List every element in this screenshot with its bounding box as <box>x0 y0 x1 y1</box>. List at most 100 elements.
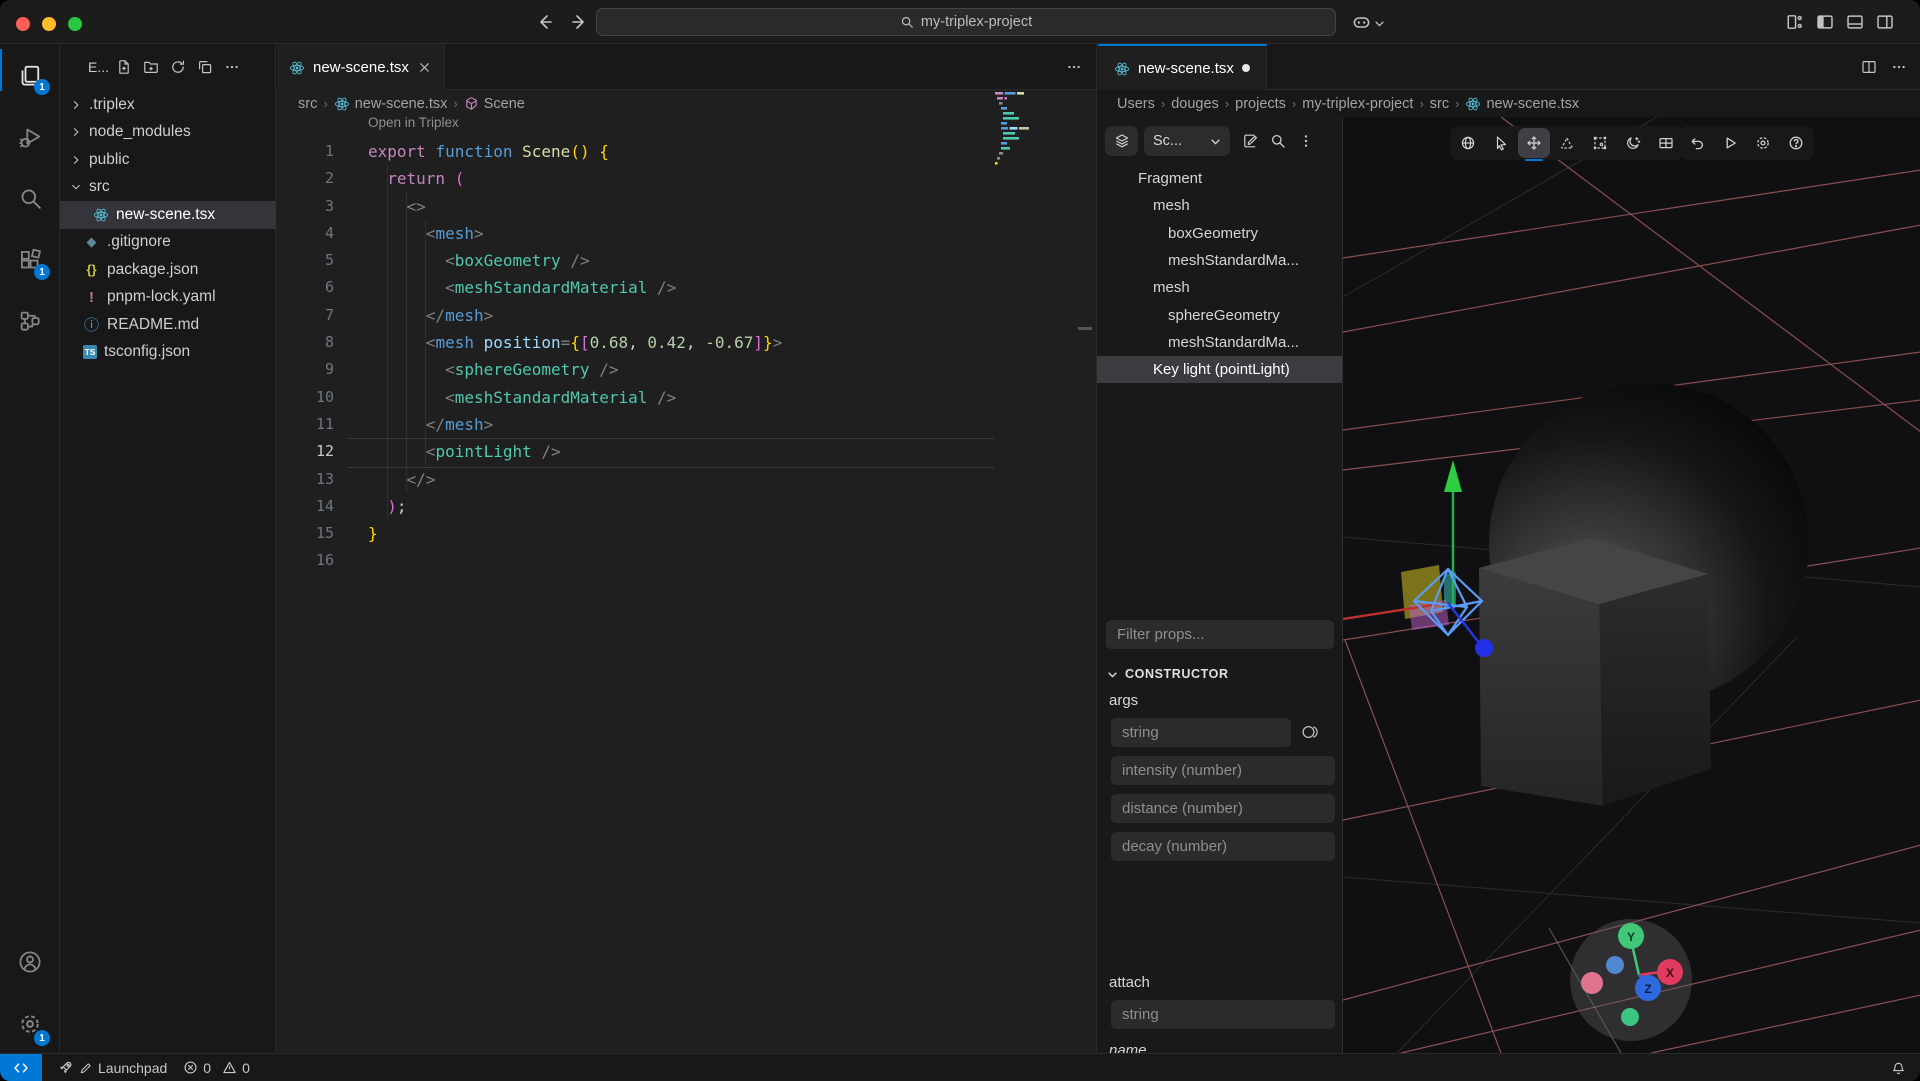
code-line-1[interactable]: 1export function Scene() { <box>276 138 1096 165</box>
problems-button[interactable]: 0 0 <box>183 1060 250 1076</box>
code-line-12[interactable]: 12 <pointLight /> <box>276 438 1096 465</box>
remote-indicator[interactable] <box>0 1054 42 1081</box>
select-tool-button[interactable] <box>1485 128 1517 158</box>
settings-button[interactable]: 1 <box>0 998 60 1050</box>
search-icon[interactable] <box>1270 133 1286 149</box>
filter-props-input[interactable]: Filter props... <box>1106 620 1334 649</box>
code-line-16[interactable]: 16 <box>276 547 1096 574</box>
play-button[interactable] <box>1714 128 1746 158</box>
more-actions-icon[interactable] <box>1891 59 1907 75</box>
arg-input-1[interactable]: intensity (number) <box>1111 756 1335 785</box>
breadcrumb-item[interactable]: projects <box>1235 96 1286 112</box>
back-icon[interactable] <box>534 11 556 33</box>
code-line-8[interactable]: 8 <mesh position={[0.68, 0.42, -0.67]}> <box>276 329 1096 356</box>
settings-button[interactable] <box>1747 128 1779 158</box>
code-line-10[interactable]: 10 <meshStandardMaterial /> <box>276 384 1096 411</box>
command-center-search[interactable]: my-triplex-project <box>596 8 1336 36</box>
breadcrumb-item[interactable]: src <box>298 96 317 112</box>
scene-tree-item-Fragment[interactable]: Fragment <box>1097 165 1343 192</box>
explorer-view-button[interactable]: 1 <box>0 49 60 101</box>
arg-input-3[interactable]: decay (number) <box>1111 832 1335 861</box>
code-line-14[interactable]: 14 ); <box>276 493 1096 520</box>
split-editor-icon[interactable] <box>1861 59 1877 75</box>
attach-input[interactable]: string <box>1111 1000 1335 1029</box>
code-line-4[interactable]: 4 <mesh> <box>276 220 1096 247</box>
close-icon[interactable] <box>417 60 432 75</box>
explorer-item-.gitignore[interactable]: ◆.gitignore <box>60 229 276 257</box>
accounts-button[interactable] <box>0 936 60 988</box>
help-button[interactable] <box>1780 128 1812 158</box>
open-in-triplex-codelens[interactable]: Open in Triplex <box>368 115 459 130</box>
axis-neg-z-ball[interactable] <box>1606 956 1624 974</box>
scene-tree-item-boxGeometry[interactable]: boxGeometry <box>1097 220 1343 247</box>
forward-icon[interactable] <box>568 11 590 33</box>
new-file-icon[interactable] <box>116 59 132 75</box>
code-line-15[interactable]: 15} <box>276 520 1096 547</box>
refresh-icon[interactable] <box>170 59 186 75</box>
copilot-icon[interactable] <box>1352 13 1371 32</box>
notifications-bell[interactable] <box>1891 1054 1906 1081</box>
breadcrumb-item[interactable]: new-scene.tsx <box>334 96 448 112</box>
constructor-section-header[interactable]: CONSTRUCTOR <box>1107 667 1229 681</box>
breadcrumb-item[interactable]: new-scene.tsx <box>1465 96 1579 112</box>
editor-more-actions-icon[interactable] <box>1066 59 1082 75</box>
move-tool-button[interactable] <box>1518 128 1550 158</box>
explorer-item-package.json[interactable]: {}package.json <box>60 256 276 284</box>
scale-tool-button[interactable] <box>1551 128 1583 158</box>
new-folder-icon[interactable] <box>143 59 159 75</box>
toggle-primary-sidebar-icon[interactable] <box>1816 13 1834 31</box>
launchpad-button[interactable]: Launchpad <box>58 1060 167 1076</box>
code-line-9[interactable]: 9 <sphereGeometry /> <box>276 356 1096 383</box>
code-line-11[interactable]: 11 </mesh> <box>276 411 1096 438</box>
breadcrumb-item[interactable]: douges <box>1171 96 1219 112</box>
code-line-6[interactable]: 6 <meshStandardMaterial /> <box>276 274 1096 301</box>
code-line-5[interactable]: 5 <boxGeometry /> <box>276 247 1096 274</box>
layers-button[interactable] <box>1105 126 1138 156</box>
search-view-button[interactable] <box>0 172 60 224</box>
code-line-3[interactable]: 3 <> <box>276 193 1096 220</box>
scene-tree-item-Key-light-pointLight-[interactable]: Key light (pointLight) <box>1097 356 1343 383</box>
explorer-item-README.md[interactable]: ⓘREADME.md <box>60 311 276 339</box>
zoom-window-button[interactable] <box>68 17 82 31</box>
explorer-item-public[interactable]: public <box>60 146 276 174</box>
unsaved-changes-dot[interactable] <box>1242 64 1250 72</box>
collapse-folders-icon[interactable] <box>197 59 213 75</box>
run-debug-view-button[interactable] <box>0 111 60 163</box>
breadcrumb-item[interactable]: Users <box>1117 96 1155 112</box>
toggle-panel-icon[interactable] <box>1846 13 1864 31</box>
close-window-button[interactable] <box>16 17 30 31</box>
new-scene-icon[interactable] <box>1242 133 1258 149</box>
grid-toggle-button[interactable] <box>1650 128 1682 158</box>
explorer-item-pnpm-lock.yaml[interactable]: !pnpm-lock.yaml <box>60 284 276 312</box>
box-mesh[interactable] <box>1479 538 1711 806</box>
triplex-view-button[interactable] <box>0 295 60 347</box>
axis-neg-x-ball[interactable] <box>1581 972 1603 994</box>
toggle-secondary-sidebar-icon[interactable] <box>1876 13 1894 31</box>
scene-tree-item-meshStandardMa-[interactable]: meshStandardMa... <box>1097 247 1343 274</box>
more-actions-icon[interactable] <box>224 59 240 75</box>
breadcrumb-item[interactable]: my-triplex-project <box>1302 96 1413 112</box>
undo-button[interactable] <box>1681 128 1713 158</box>
gizmo-z-arrowhead[interactable] <box>1475 639 1493 657</box>
transform-select-tool-button[interactable] <box>1584 128 1616 158</box>
scene-select[interactable]: Sc... <box>1144 126 1230 156</box>
breadcrumb-item[interactable]: src <box>1430 96 1449 112</box>
explorer-item-new-scene.tsx[interactable]: new-scene.tsx <box>60 201 276 229</box>
explorer-item-.triplex[interactable]: .triplex <box>60 91 276 119</box>
kebab-menu-icon[interactable] <box>1298 133 1314 149</box>
code-area[interactable]: 1export function Scene() {2 return (3 <>… <box>276 138 1096 575</box>
code-line-7[interactable]: 7 </mesh> <box>276 302 1096 329</box>
switch-prop-type-icon[interactable] <box>1299 723 1323 741</box>
explorer-item-tsconfig.json[interactable]: TStsconfig.json <box>60 339 276 367</box>
scene-tree-item-meshStandardMa-[interactable]: meshStandardMa... <box>1097 329 1343 356</box>
customize-layout-icon[interactable] <box>1786 13 1804 31</box>
lighting-toggle-button[interactable] <box>1617 128 1649 158</box>
triplex-tab-new-scene[interactable]: new-scene.tsx <box>1098 44 1267 90</box>
world-tool-button[interactable] <box>1452 128 1484 158</box>
code-line-2[interactable]: 2 return ( <box>276 165 1096 192</box>
axis-neg-y-ball[interactable] <box>1621 1008 1639 1026</box>
tab-new-scene[interactable]: new-scene.tsx <box>277 44 445 90</box>
code-line-13[interactable]: 13 </> <box>276 466 1096 493</box>
arg-input-2[interactable]: distance (number) <box>1111 794 1335 823</box>
explorer-item-node_modules[interactable]: node_modules <box>60 119 276 147</box>
